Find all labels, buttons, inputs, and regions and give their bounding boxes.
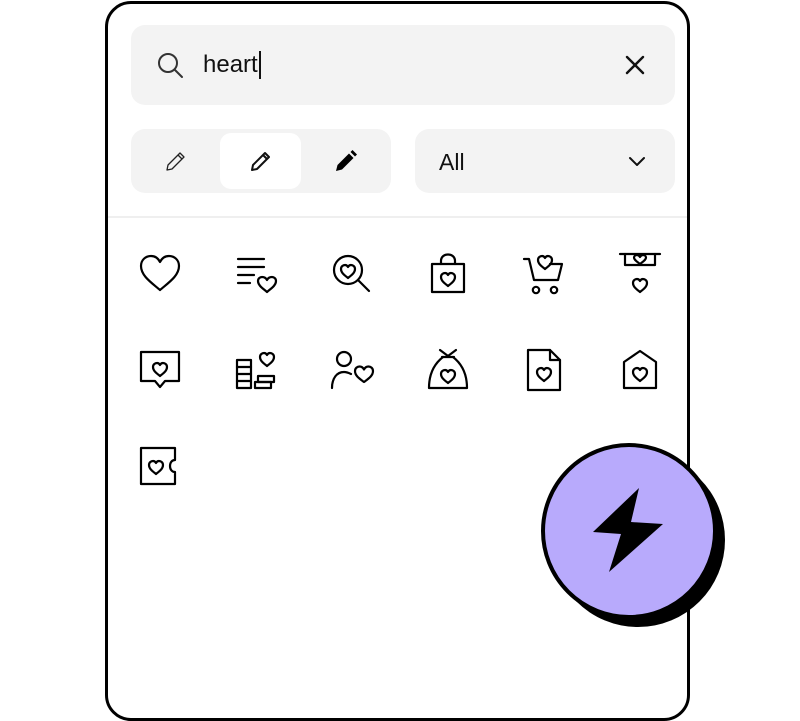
style-option-regular[interactable] [220,133,301,189]
icon-style-toggle [131,129,391,193]
fab-face [541,443,717,619]
result-cart-heart[interactable] [512,242,576,306]
pencil-filled-icon [335,150,357,171]
style-option-thin[interactable] [135,133,216,189]
shopping-bag-heart-icon [430,253,466,294]
result-heart[interactable] [128,242,192,306]
divider [108,216,687,218]
lightning-bolt-icon [593,488,663,572]
result-gift-box-heart[interactable] [608,242,672,306]
style-option-filled[interactable] [305,133,386,189]
close-icon[interactable] [619,49,651,81]
result-home-heart[interactable] [608,338,672,402]
result-ticket-heart[interactable] [128,434,192,498]
search-heart-icon [332,254,371,293]
result-message-heart[interactable] [128,338,192,402]
pencil-regular-icon [250,152,270,171]
home-heart-icon [622,349,658,390]
ticket-heart-icon [139,446,177,486]
category-dropdown-value: All [439,149,465,175]
search-input-value: heart [203,51,258,78]
heart-icon [139,254,181,292]
pencil-thin-icon [165,152,185,171]
search-field[interactable]: heart [131,25,675,105]
search-input[interactable]: heart [203,51,261,79]
document-heart-icon [526,348,562,392]
result-user-heart[interactable] [320,338,384,402]
result-donation-stack-heart[interactable] [224,338,288,402]
result-search-heart[interactable] [320,242,384,306]
text-cursor [258,51,261,79]
donation-stack-heart-icon [235,351,276,390]
category-dropdown[interactable]: All [415,129,675,193]
list-heart-icon [236,257,278,294]
result-document-heart[interactable] [512,338,576,402]
user-heart-icon [330,350,375,390]
result-shopping-bag-heart[interactable] [416,242,480,306]
gift-box-heart-icon [618,252,662,294]
search-icon [158,53,183,78]
result-money-bag-heart[interactable] [416,338,480,402]
message-heart-icon [139,350,181,389]
quick-action-button[interactable] [541,443,729,631]
chevron-down-icon [629,157,645,166]
result-list-heart[interactable] [224,242,288,306]
money-bag-heart-icon [427,348,469,390]
cart-heart-icon [522,254,564,295]
